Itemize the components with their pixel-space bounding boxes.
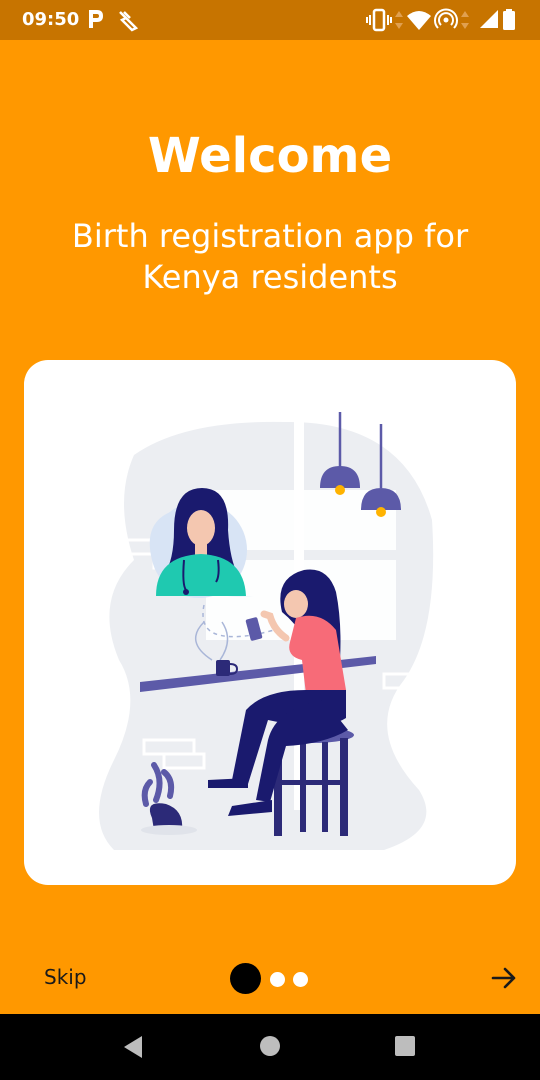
illustration-card [24,360,516,885]
home-icon[interactable] [258,1034,282,1058]
data-arrows-icon [461,11,469,29]
vibrate-icon [366,8,392,32]
wifi-icon [407,11,431,30]
battery-icon [503,9,515,30]
system-nav-bar [0,1014,540,1080]
skip-button[interactable]: Skip [44,965,87,989]
status-time: 09:50 [22,9,80,30]
page-title: Welcome [147,128,393,184]
hotspot-icon [434,8,458,29]
p-notification-icon [89,10,103,28]
status-bar: 09:50 [0,0,540,40]
back-icon[interactable] [120,1034,146,1060]
page-indicator-dot [270,972,285,987]
signal-icon [480,10,498,28]
telehealth-consultation-illustration [99,410,436,850]
data-arrows-icon [395,11,403,29]
cleaning-icon [119,11,139,32]
page-indicator-dot-active [230,963,261,994]
page-indicator-dot [293,972,308,987]
onboarding-screen: Welcome Birth registration app for Kenya… [0,40,540,1014]
page-subtitle: Birth registration app for Kenya residen… [71,217,469,296]
arrow-right-icon[interactable] [490,964,518,992]
recents-icon[interactable] [393,1034,417,1058]
